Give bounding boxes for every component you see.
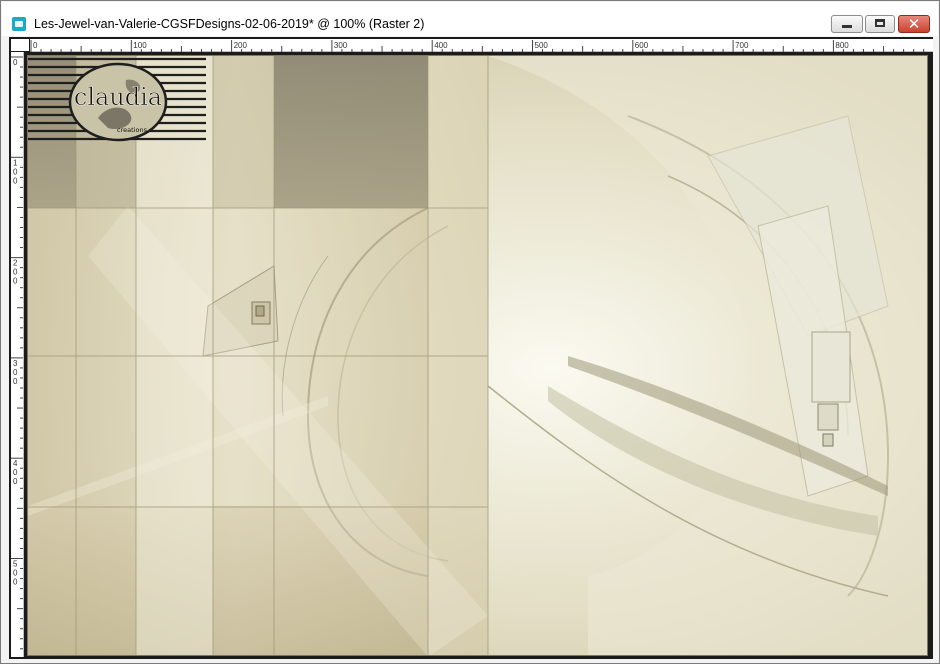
ruler-label: 2 [13, 259, 18, 268]
ruler-label: 0 [13, 58, 18, 67]
image-window: Les-Jewel-van-Valerie-CGSFDesigns-02-06-… [0, 0, 940, 664]
ruler-label: 0 [13, 578, 18, 587]
watermark-text: claudia [74, 83, 162, 111]
maximize-button[interactable] [865, 15, 895, 33]
horizontal-ruler[interactable]: 0 100 200 300 400 500 600 700 800 [30, 39, 933, 52]
ruler-label: 100 [133, 41, 147, 50]
close-icon: ✕ [907, 15, 921, 33]
window-title: Les-Jewel-van-Valerie-CGSFDesigns-02-06-… [34, 17, 425, 31]
ruler-label: 0 [33, 41, 38, 50]
ruler-label: 0 [13, 569, 18, 578]
close-button[interactable]: ✕ [898, 15, 930, 33]
ruler-label: 1 [13, 158, 18, 167]
ruler-label: 300 [334, 41, 348, 50]
maximize-icon [875, 19, 885, 27]
ruler-label: 0 [13, 468, 18, 477]
minimize-icon [842, 25, 852, 28]
minimize-button[interactable] [831, 15, 863, 33]
ruler-label: 200 [234, 41, 248, 50]
vertical-ruler[interactable]: 0100200300400500 [11, 52, 24, 657]
ruler-label: 3 [13, 359, 18, 368]
image-canvas[interactable]: claudia creations [27, 55, 928, 656]
canvas-artwork [28, 56, 927, 655]
ruler-label: 0 [13, 368, 18, 377]
ruler-label: 600 [635, 41, 649, 50]
ruler-label: 0 [13, 277, 18, 286]
ruler-corner [11, 39, 29, 51]
ruler-label: 500 [535, 41, 549, 50]
ruler-label: 800 [835, 41, 849, 50]
vertical-ruler-ticks: 0100200300400500 [11, 56, 23, 650]
ruler-label: 0 [13, 268, 18, 277]
watermark-subtext: creations [117, 126, 148, 134]
ruler-label: 4 [13, 459, 18, 468]
claudia-watermark-logo: claudia creations [28, 57, 206, 142]
ruler-label: 5 [13, 560, 18, 569]
ruler-label: 0 [13, 176, 18, 185]
ruler-label: 700 [735, 41, 749, 50]
ruler-label: 400 [434, 41, 448, 50]
ruler-label: 0 [13, 477, 18, 486]
horizontal-ruler-ticks: 0 100 200 300 400 500 600 700 800 [30, 40, 925, 52]
ruler-label: 0 [13, 377, 18, 386]
app-icon[interactable] [12, 17, 26, 31]
ruler-label: 0 [13, 167, 18, 176]
title-bar[interactable]: Les-Jewel-van-Valerie-CGSFDesigns-02-06-… [2, 2, 938, 36]
